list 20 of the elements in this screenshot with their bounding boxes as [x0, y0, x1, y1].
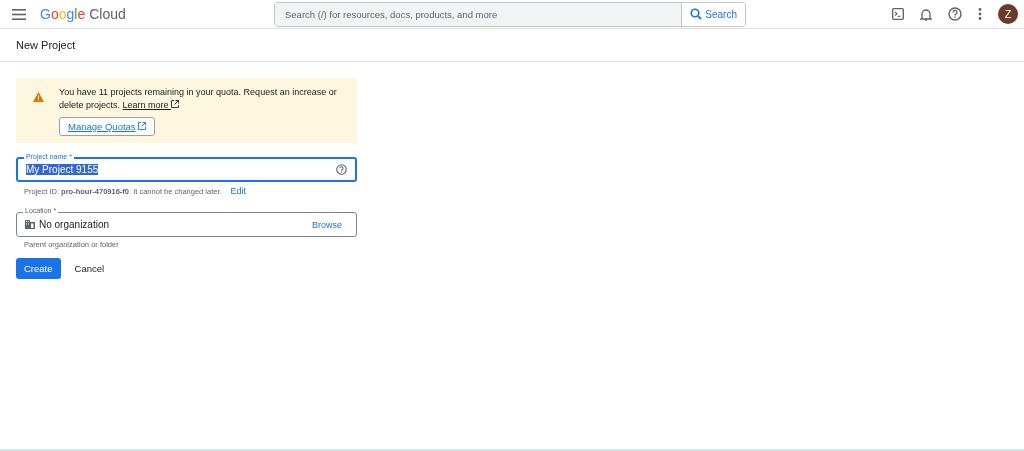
learn-more-link[interactable]: Learn more	[122, 100, 180, 110]
external-link-icon	[171, 100, 180, 108]
help-icon[interactable]	[336, 164, 347, 175]
cancel-button[interactable]: Cancel	[66, 258, 113, 279]
avatar[interactable]: Z	[998, 4, 1018, 24]
manage-quotas-button[interactable]: Manage Quotas	[59, 117, 156, 136]
browse-link[interactable]: Browse	[312, 219, 342, 230]
warning-icon	[33, 92, 44, 102]
page-title: New Project	[16, 39, 76, 51]
terminal-icon[interactable]	[892, 8, 904, 20]
quota-message: You have 11 projects remaining in your quota. Request an increase or delete projects. Learn more	[59, 86, 338, 112]
menu-icon[interactable]	[12, 8, 26, 20]
notifications-icon[interactable]	[920, 7, 932, 21]
external-link-icon	[138, 122, 147, 130]
help-icon[interactable]	[948, 7, 962, 21]
create-button[interactable]: Create	[16, 258, 61, 279]
google-cloud-logo[interactable]: Google Cloud	[40, 6, 274, 22]
edit-link[interactable]: Edit	[230, 186, 247, 196]
building-icon	[25, 220, 35, 229]
more-options-icon[interactable]	[978, 8, 982, 20]
